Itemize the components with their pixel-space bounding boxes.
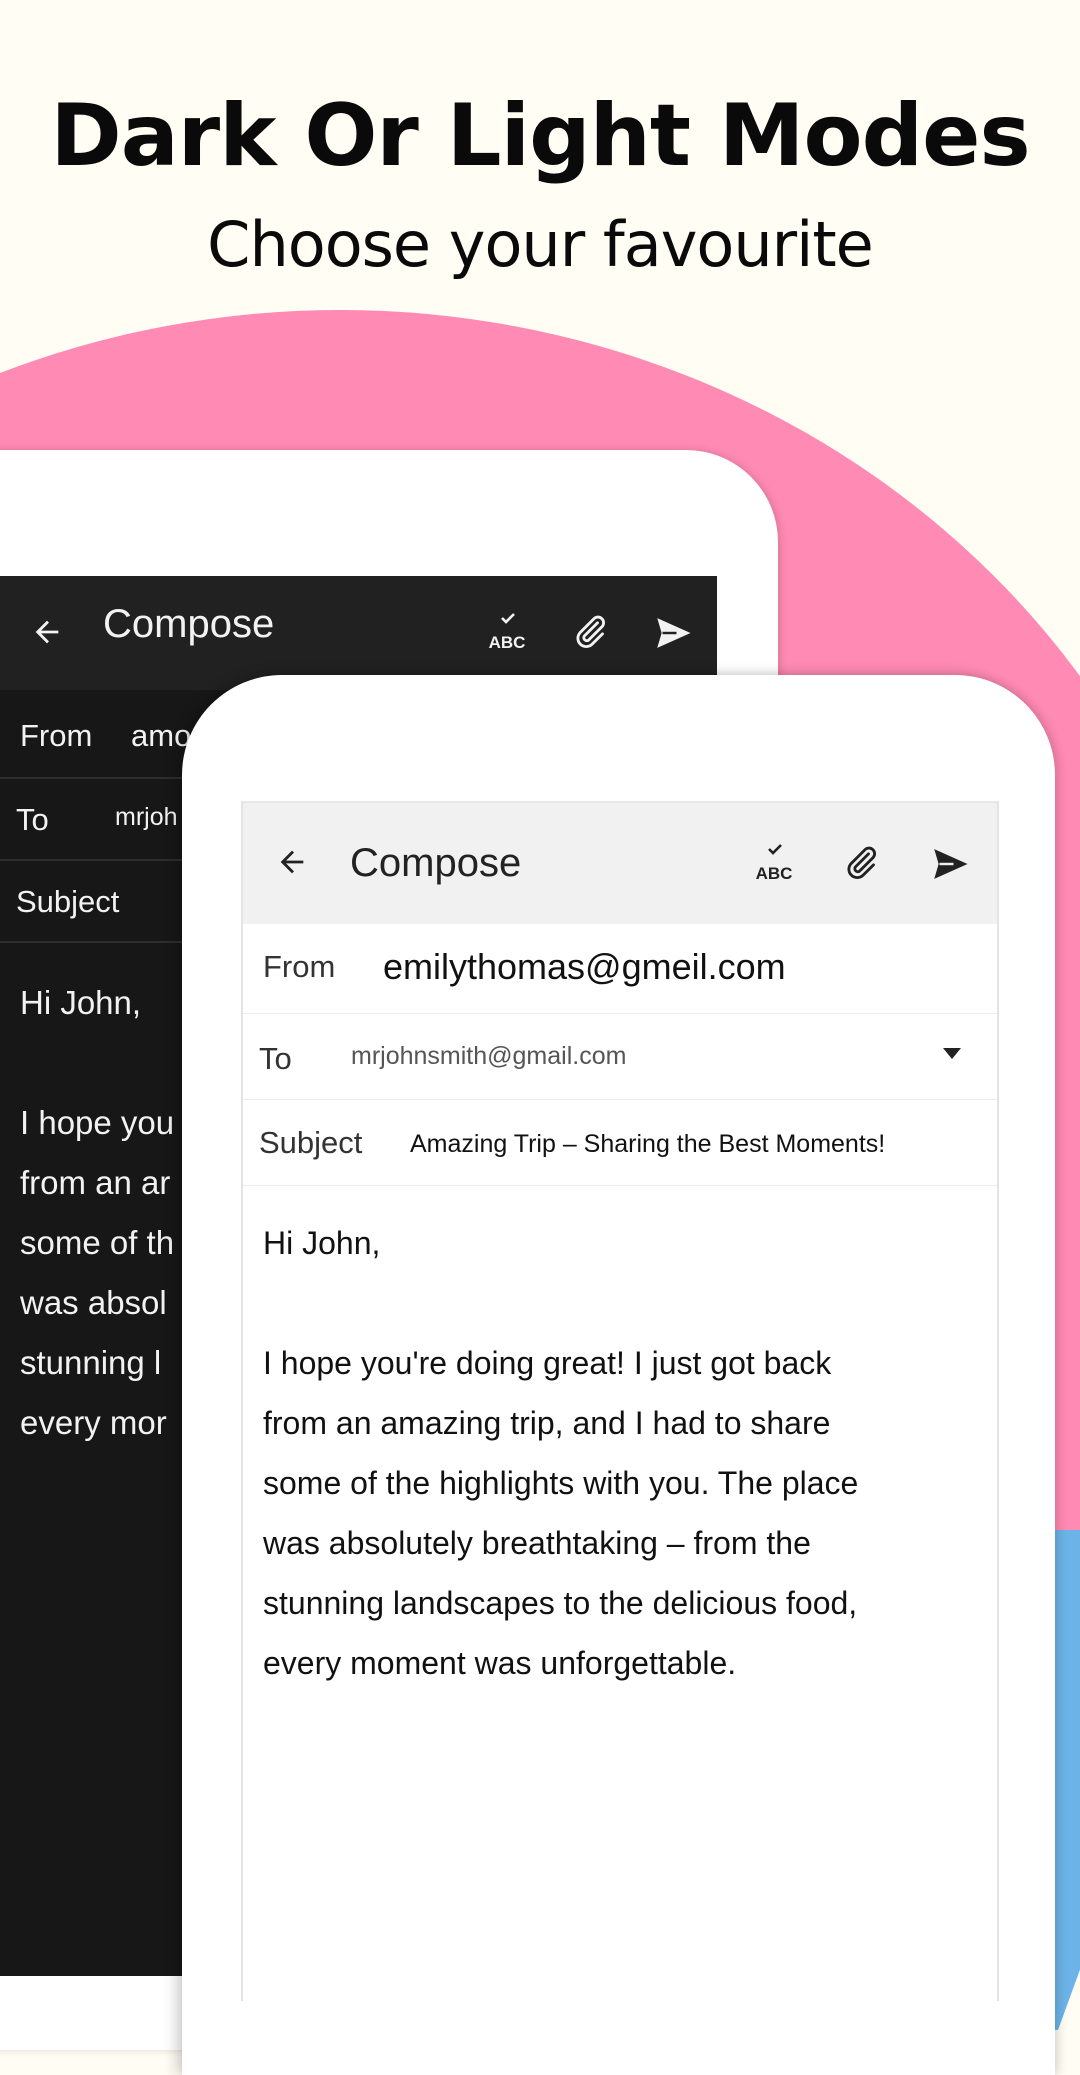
svg-text:ABC: ABC (756, 864, 793, 883)
svg-text:ABC: ABC (489, 633, 526, 652)
send-icon[interactable] (929, 843, 971, 885)
dark-body-line: from an ar (20, 1164, 171, 1201)
spellcheck-icon[interactable]: ABC (484, 610, 530, 656)
dark-appbar: Compose ABC (0, 576, 717, 690)
dark-from-label: From (20, 718, 93, 753)
light-body-line: from an amazing trip, and I had to share (263, 1405, 831, 1441)
light-body-line: some of the highlights with you. The pla… (263, 1465, 859, 1501)
dark-body-line: I hope you (20, 1104, 175, 1141)
dark-body-line: stunning l (20, 1344, 162, 1381)
light-body-line: every moment was unforgettable. (263, 1645, 737, 1681)
light-body-line: Hi John, (263, 1225, 381, 1261)
divider (243, 1013, 997, 1014)
light-appbar: Compose ABC (243, 801, 997, 924)
dark-body[interactable]: Hi John, I hope you from an ar some of t… (20, 973, 174, 1453)
arrow-left-icon[interactable] (30, 615, 64, 649)
promo-subtitle: Choose your favourite (207, 208, 874, 281)
dark-to-label: To (16, 802, 49, 837)
arrow-left-icon[interactable] (275, 845, 309, 879)
dark-to-value[interactable]: mrjoh (115, 803, 178, 832)
dark-from-value[interactable]: amo (131, 718, 191, 754)
spellcheck-icon[interactable]: ABC (751, 841, 797, 887)
dark-body-line (20, 1033, 174, 1093)
paperclip-icon[interactable] (841, 843, 881, 883)
light-body-line: I hope you're doing great! I just got ba… (263, 1345, 832, 1381)
light-body-line: stunning landscapes to the delicious foo… (263, 1585, 858, 1621)
light-from-value[interactable]: emilythomas@gmeil.com (383, 946, 786, 988)
send-icon[interactable] (652, 612, 694, 654)
dark-body-line: every mor (20, 1404, 167, 1441)
light-subject-value[interactable]: Amazing Trip – Sharing the Best Moments! (410, 1130, 885, 1159)
light-to-label: To (259, 1041, 292, 1076)
light-from-label: From (263, 949, 336, 984)
dark-subject-label: Subject (16, 884, 120, 919)
promo-title: Dark Or Light Modes (50, 86, 1030, 186)
dark-body-line: Hi John, (20, 984, 142, 1021)
light-to-value[interactable]: mrjohnsmith@gmail.com (351, 1042, 626, 1071)
light-subject-label: Subject (259, 1125, 363, 1160)
light-body[interactable]: Hi John, I hope you're doing great! I ju… (263, 1213, 858, 1693)
dark-appbar-title: Compose (103, 602, 275, 646)
light-body-line (263, 1273, 858, 1333)
paperclip-icon[interactable] (570, 612, 610, 652)
dark-body-line: some of th (20, 1224, 175, 1261)
divider (243, 1099, 997, 1100)
light-compose-screen: Compose ABC From emilythomas@gmeil.com T… (241, 801, 999, 2001)
light-body-line: was absolutely breathtaking – from the (263, 1525, 811, 1561)
light-appbar-title: Compose (350, 841, 522, 885)
dark-body-line: was absol (20, 1284, 167, 1321)
divider (243, 1185, 997, 1186)
caret-down-icon[interactable] (943, 1048, 961, 1060)
